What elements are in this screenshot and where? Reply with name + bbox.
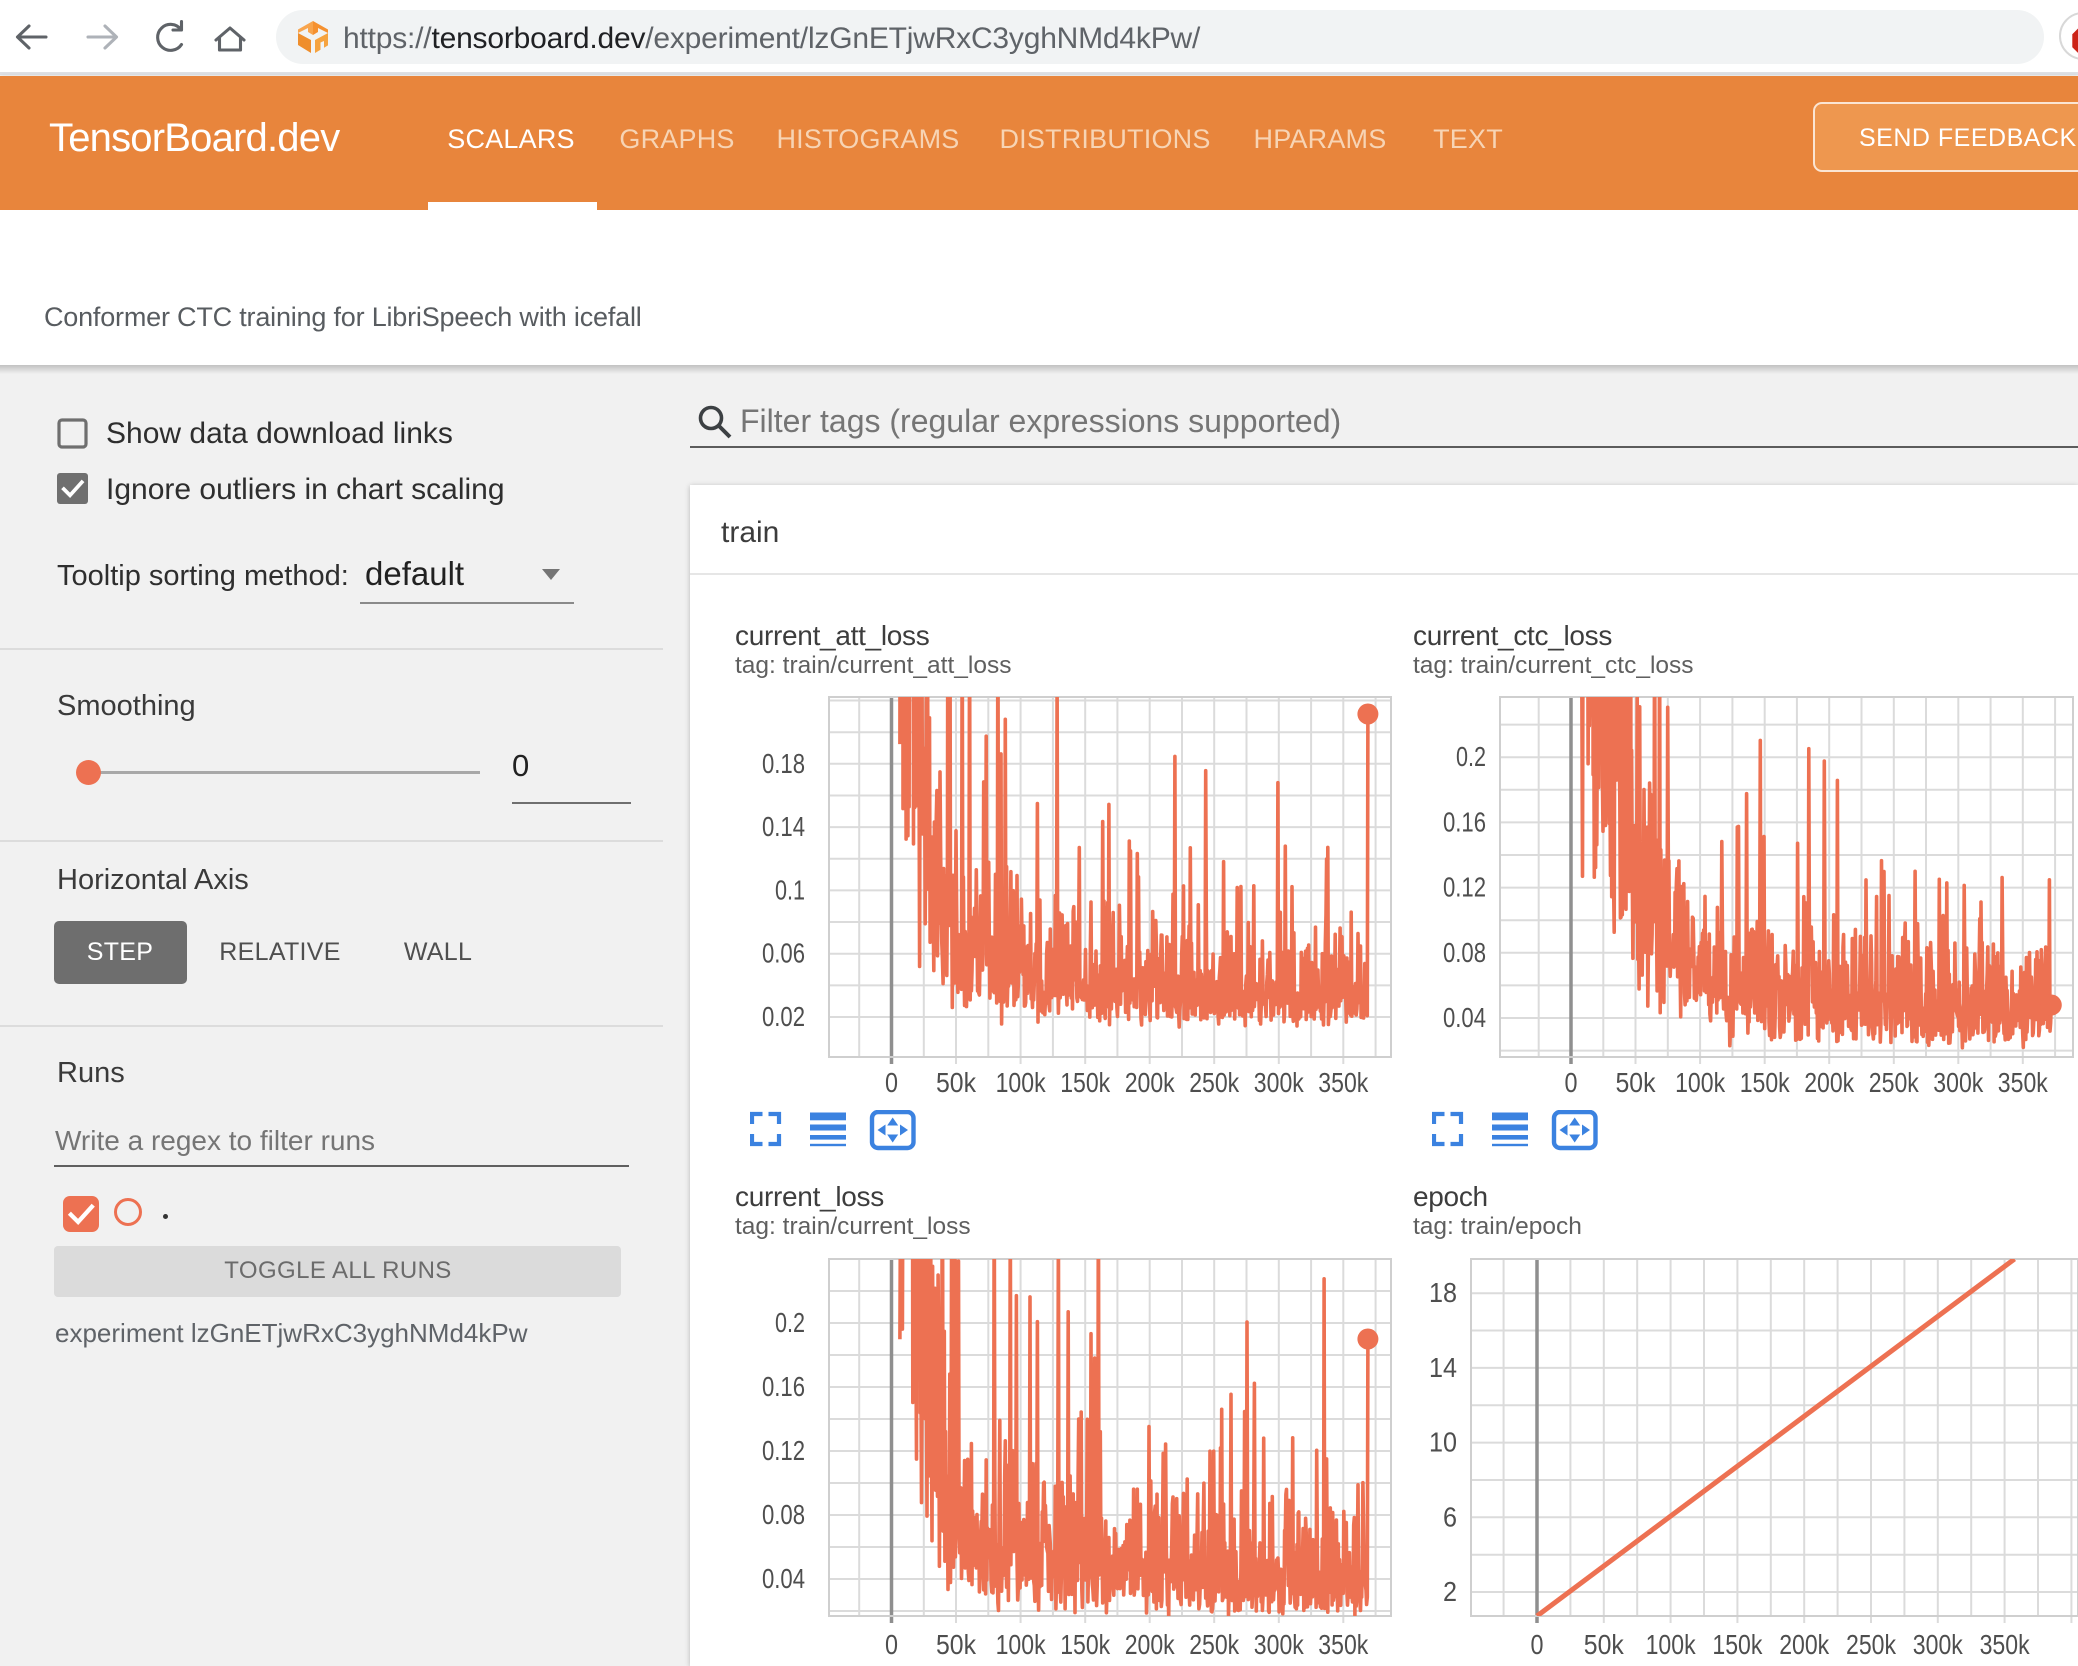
svg-text:200k: 200k: [1125, 1067, 1176, 1098]
svg-text:300k: 300k: [1913, 1629, 1964, 1660]
svg-text:200k: 200k: [1804, 1067, 1855, 1098]
svg-text:150k: 150k: [1740, 1067, 1791, 1098]
svg-text:0.1: 0.1: [775, 874, 805, 905]
svg-text:250k: 250k: [1189, 1067, 1240, 1098]
svg-text:200k: 200k: [1779, 1629, 1830, 1660]
svg-text:50k: 50k: [1584, 1629, 1625, 1660]
svg-text:250k: 250k: [1869, 1067, 1920, 1098]
svg-text:350k: 350k: [1998, 1067, 2049, 1098]
svg-text:0: 0: [1565, 1067, 1578, 1098]
svg-text:0.06: 0.06: [762, 938, 805, 969]
svg-text:0.2: 0.2: [1456, 741, 1486, 772]
svg-text:0.2: 0.2: [775, 1307, 805, 1338]
svg-text:0.02: 0.02: [762, 1001, 805, 1032]
svg-text:50k: 50k: [936, 1067, 977, 1098]
svg-text:100k: 100k: [1646, 1629, 1697, 1660]
svg-text:0.16: 0.16: [1443, 806, 1486, 837]
svg-text:0.12: 0.12: [762, 1435, 805, 1466]
svg-text:0.14: 0.14: [762, 811, 805, 842]
svg-text:250k: 250k: [1846, 1629, 1897, 1660]
svg-text:50k: 50k: [1616, 1067, 1657, 1098]
svg-text:150k: 150k: [1060, 1067, 1111, 1098]
svg-text:0.16: 0.16: [762, 1371, 805, 1402]
svg-text:350k: 350k: [1318, 1629, 1369, 1660]
svg-text:150k: 150k: [1060, 1629, 1111, 1660]
svg-text:18: 18: [1429, 1277, 1457, 1308]
svg-text:14: 14: [1429, 1352, 1457, 1383]
svg-text:0.18: 0.18: [762, 748, 805, 779]
svg-text:0: 0: [1531, 1629, 1544, 1660]
svg-text:100k: 100k: [996, 1067, 1047, 1098]
svg-text:300k: 300k: [1933, 1067, 1984, 1098]
svg-text:300k: 300k: [1254, 1629, 1305, 1660]
svg-text:100k: 100k: [996, 1629, 1047, 1660]
svg-text:2: 2: [1443, 1576, 1457, 1607]
svg-text:10: 10: [1429, 1427, 1457, 1458]
svg-text:0: 0: [885, 1629, 898, 1660]
svg-text:6: 6: [1443, 1501, 1457, 1532]
svg-text:0.08: 0.08: [1443, 937, 1486, 968]
svg-text:300k: 300k: [1254, 1067, 1305, 1098]
svg-text:0.08: 0.08: [762, 1499, 805, 1530]
svg-text:50k: 50k: [936, 1629, 977, 1660]
svg-text:350k: 350k: [1980, 1629, 2031, 1660]
svg-text:150k: 150k: [1712, 1629, 1763, 1660]
svg-text:350k: 350k: [1318, 1067, 1369, 1098]
svg-text:0: 0: [885, 1067, 898, 1098]
svg-text:250k: 250k: [1189, 1629, 1240, 1660]
svg-text:0.04: 0.04: [1443, 1002, 1486, 1033]
svg-text:0.04: 0.04: [762, 1563, 805, 1594]
svg-text:200k: 200k: [1125, 1629, 1176, 1660]
svg-text:100k: 100k: [1675, 1067, 1726, 1098]
svg-text:0.12: 0.12: [1443, 872, 1486, 903]
